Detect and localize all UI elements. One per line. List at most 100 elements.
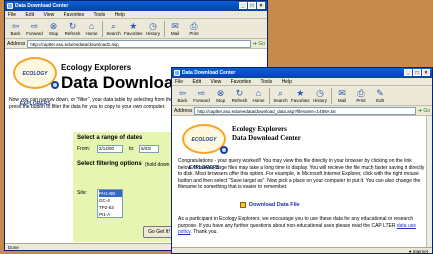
instructions-text: Congratulations - your query worked!! Yo…: [178, 158, 425, 190]
forward-arrow-icon: ⇨: [197, 88, 206, 98]
star-icon: ★: [129, 21, 138, 31]
menu-bar: File Edit View Favorites Tools Help: [5, 11, 267, 19]
site-option[interactable]: GC-4: [99, 197, 122, 204]
forward-button[interactable]: ⇨ Forward: [193, 88, 210, 103]
mail-button[interactable]: ✉ Mail: [334, 88, 351, 103]
print-button[interactable]: ⎙ Print: [186, 21, 203, 36]
menu-file[interactable]: File: [8, 12, 16, 18]
address-label: Address: [7, 40, 26, 47]
download-link[interactable]: Download Data File: [240, 202, 300, 208]
home-icon: ⌂: [88, 21, 95, 31]
history-icon: ◷: [316, 88, 324, 98]
vertical-scrollbar[interactable]: [426, 116, 432, 247]
menu-favorites[interactable]: Favorites: [64, 12, 85, 18]
menu-edit[interactable]: Edit: [192, 79, 201, 85]
menu-tools[interactable]: Tools: [93, 12, 105, 18]
history-button[interactable]: ◷ History: [145, 21, 162, 36]
refresh-button[interactable]: ↻ Refresh: [231, 88, 248, 103]
star-icon: ★: [296, 88, 305, 98]
security-zone: ● Internet: [408, 249, 428, 254]
forward-button[interactable]: ⇨ Forward: [26, 21, 43, 36]
address-input[interactable]: http://caplter.asu.edu/eedata/download2.…: [27, 39, 251, 48]
refresh-icon: ↻: [235, 88, 244, 98]
search-button[interactable]: ⌕ Search: [105, 21, 122, 36]
stop-button[interactable]: ⊗ Stop: [212, 88, 229, 103]
address-input[interactable]: http://caplter.asu.edu/eedata/download_d…: [194, 106, 416, 115]
magnifier-icon: [51, 81, 59, 89]
menu-view[interactable]: View: [43, 12, 54, 18]
stop-icon: ⊗: [49, 21, 58, 31]
menu-help[interactable]: Help: [115, 12, 125, 18]
menu-edit[interactable]: Edit: [25, 12, 34, 18]
search-icon: ⌕: [110, 21, 117, 31]
go-button[interactable]: ➔ Go: [418, 108, 430, 114]
menu-view[interactable]: View: [210, 79, 221, 85]
search-button[interactable]: ⌕ Search: [272, 88, 289, 103]
title-bar[interactable]: Data Download Center _ □ ×: [172, 68, 432, 78]
site-heading: Ecology Explorers: [61, 63, 132, 72]
back-arrow-icon: ⇦: [11, 21, 20, 31]
home-icon: ⌂: [255, 88, 262, 98]
address-label: Address: [174, 107, 193, 114]
minimize-button[interactable]: _: [404, 69, 412, 76]
mail-button[interactable]: ✉ Mail: [167, 21, 184, 36]
menu-file[interactable]: File: [175, 79, 183, 85]
ie-icon: [174, 70, 180, 76]
print-icon: ⎙: [357, 88, 365, 98]
download-link-label[interactable]: Download Data File: [249, 202, 300, 208]
toolbar: ⇦ Back ⇨ Forward ⊗ Stop ↻ Refresh ⌂ Home ⌕ Sea…: [172, 86, 432, 106]
menu-tools[interactable]: Tools: [260, 79, 272, 85]
favorites-button[interactable]: ★ Favorites: [291, 88, 310, 103]
close-button[interactable]: ×: [257, 2, 265, 9]
from-label: From:: [77, 146, 91, 152]
print-icon: ⎙: [190, 21, 198, 31]
edit-button[interactable]: ✎ Edit: [372, 88, 389, 103]
page-content: ECOLOGY EXPLORERS Ecology Explorers Data…: [172, 116, 432, 247]
maximize-button[interactable]: □: [248, 2, 256, 9]
forward-arrow-icon: ⇨: [30, 21, 39, 31]
status-text: Done: [8, 245, 19, 250]
filter-heading: Select filtering options: [77, 161, 142, 167]
site-heading: Ecology Explorers: [232, 125, 287, 133]
go-button[interactable]: ➔ Go: [253, 41, 265, 47]
print-button[interactable]: ⎙ Print: [353, 88, 370, 103]
magnifier-icon: [220, 146, 228, 154]
date-range-heading: Select a range of dates: [77, 135, 143, 141]
site-list[interactable]: PH1-BB GC-4 TP2-63 PI1-A: [97, 189, 123, 218]
home-button[interactable]: ⌂ Home: [83, 21, 100, 36]
status-bar: ● Internet: [172, 247, 432, 254]
close-button[interactable]: ×: [422, 69, 430, 76]
mail-icon: ✉: [338, 88, 346, 98]
history-button[interactable]: ◷ History: [312, 88, 329, 103]
back-button[interactable]: ⇦ Back: [174, 88, 191, 103]
from-date-select[interactable]: 2/14/00: [97, 145, 123, 153]
site-label: Site:: [77, 190, 88, 196]
minimize-button[interactable]: _: [239, 2, 247, 9]
ecology-explorers-logo: ECOLOGY EXPLORERS: [182, 124, 228, 171]
menu-help[interactable]: Help: [282, 79, 292, 85]
browser-window-front[interactable]: Data Download Center _ □ × File Edit Vie…: [171, 67, 433, 254]
toolbar: ⇦ Back ⇨ Forward ⊗ Stop ↻ Refresh ⌂ Home ⌕ Sea…: [5, 19, 267, 39]
address-bar: Address http://caplter.asu.edu/eedata/do…: [5, 39, 267, 49]
back-button[interactable]: ⇦ Back: [7, 21, 24, 36]
stop-button[interactable]: ⊗ Stop: [45, 21, 62, 36]
refresh-icon: ↻: [68, 21, 77, 31]
search-icon: ⌕: [277, 88, 284, 98]
site-option[interactable]: PI1-A: [99, 211, 122, 218]
site-option[interactable]: PH1-BB: [99, 190, 122, 197]
menu-favorites[interactable]: Favorites: [231, 79, 252, 85]
back-arrow-icon: ⇦: [178, 88, 187, 98]
title-bar[interactable]: Data Download Center _ □ ×: [5, 1, 267, 11]
refresh-button[interactable]: ↻ Refresh: [64, 21, 81, 36]
ecology-explorers-logo: ECOLOGY EXPLORERS: [13, 57, 59, 107]
site-option[interactable]: TP2-63: [99, 204, 122, 211]
home-button[interactable]: ⌂ Home: [250, 88, 267, 103]
usage-text: As a participant in Ecology Explorers, w…: [178, 216, 417, 235]
favorites-button[interactable]: ★ Favorites: [124, 21, 143, 36]
to-date-select[interactable]: 5/03/: [139, 145, 159, 153]
mail-icon: ✉: [171, 21, 179, 31]
maximize-button[interactable]: □: [413, 69, 421, 76]
ie-icon: [7, 3, 13, 9]
menu-bar: File Edit View Favorites Tools Help: [172, 78, 432, 86]
window-title: Data Download Center: [15, 3, 69, 9]
